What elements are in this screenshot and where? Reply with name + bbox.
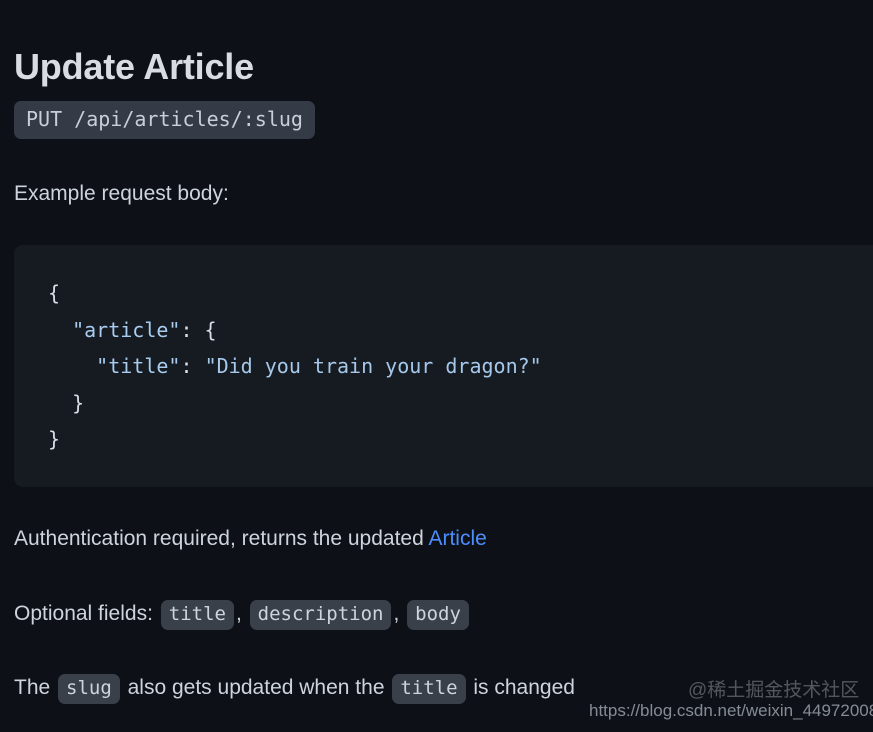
optional-fields-note: Optional fields: title, description, bod…	[14, 599, 471, 630]
json-line-4: }	[72, 390, 85, 415]
watermark-community-label: @稀土掘金技术社区	[688, 680, 860, 701]
json-code-block: { "article": { "title": "Did you train y…	[14, 245, 873, 487]
json-line-3-sep: :	[180, 354, 205, 378]
inline-code-description: description	[249, 600, 392, 630]
inline-code-slug: slug	[58, 674, 120, 704]
json-line-5: }	[48, 427, 61, 451]
json-key-title: "title"	[96, 354, 181, 378]
inline-code-title: title	[160, 600, 234, 630]
json-code-content: { "article": { "title": "Did you train y…	[48, 275, 873, 458]
slug-update-note: The slug also gets updated when the titl…	[14, 673, 575, 704]
article-link[interactable]: Article	[428, 527, 486, 550]
watermark-url: https://blog.csdn.net/weixin_44972008	[589, 701, 873, 720]
optional-separator-1: ,	[235, 602, 242, 625]
json-line-2-rest: : {	[180, 317, 217, 342]
auth-note: Authentication required, returns the upd…	[14, 524, 487, 554]
json-line-1: {	[48, 281, 61, 305]
slug-note-text-2: also gets updated when the	[121, 676, 391, 699]
inline-code-body: body	[407, 600, 469, 630]
example-request-body-label: Example request body:	[14, 182, 229, 205]
optional-fields-label: Optional fields:	[14, 602, 159, 625]
slug-note-text-1: The	[14, 676, 57, 699]
auth-note-text: Authentication required, returns the upd…	[14, 527, 429, 550]
inline-code-title-2: title	[392, 674, 466, 704]
page-title: Update Article	[14, 46, 254, 88]
json-key-article: "article"	[72, 317, 181, 342]
slug-note-text-3: is changed	[467, 676, 575, 699]
optional-separator-2: ,	[393, 602, 400, 625]
article-doc-page: Update Article PUT /api/articles/:slug E…	[0, 0, 873, 732]
endpoint-badge: PUT /api/articles/:slug	[14, 101, 315, 139]
json-value-title: "Did you train your dragon?"	[204, 354, 542, 378]
